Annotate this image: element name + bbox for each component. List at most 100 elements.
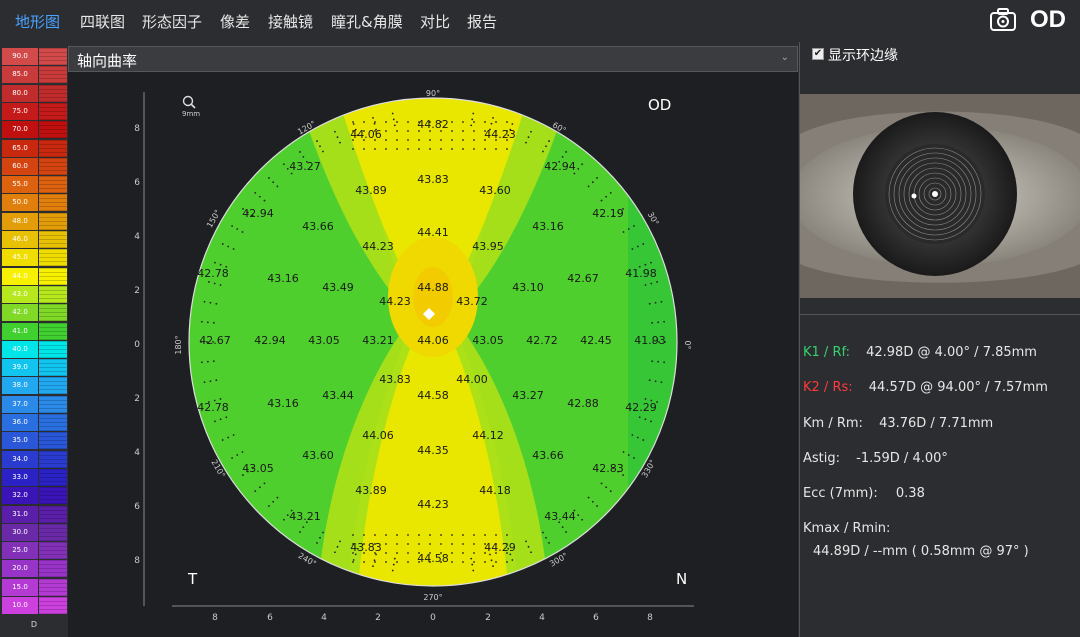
tab-aberration[interactable]: 像差: [220, 11, 250, 32]
edge-dot: [282, 518, 285, 521]
edge-dot: [472, 112, 475, 115]
curvature-value: 42.94: [254, 334, 286, 347]
x-tick-label: 6: [267, 613, 273, 623]
edge-dot: [263, 482, 266, 485]
ecc-label: Ecc (7mm):: [803, 486, 878, 501]
edge-dot: [203, 381, 206, 384]
edge-dot: [545, 536, 547, 539]
zoom-icon[interactable]: [182, 95, 196, 109]
edge-dot: [654, 380, 657, 383]
edge-dot: [385, 534, 387, 536]
edge-dot: [258, 486, 261, 489]
edge-dot: [492, 565, 494, 567]
curvature-value: 42.78: [197, 267, 229, 280]
x-tick-label: 8: [647, 613, 653, 623]
edge-dot: [644, 284, 647, 286]
edge-dot: [642, 243, 645, 245]
edge-dot: [451, 148, 453, 150]
edge-dot: [241, 451, 244, 453]
curvature-value: 44.23: [484, 128, 516, 141]
edge-dot: [451, 534, 453, 536]
curvature-value: 43.44: [544, 510, 576, 523]
tab-report[interactable]: 报告: [467, 11, 497, 32]
scale-swatch: 85.0: [2, 66, 38, 84]
scale-swatch: 35.0: [2, 432, 38, 450]
edge-dot: [316, 542, 318, 544]
edge-dot: [385, 543, 387, 545]
edge-dot: [429, 543, 431, 545]
edge-dot: [363, 534, 365, 536]
edge-dot: [472, 569, 475, 572]
edge-dot: [542, 531, 544, 534]
y-tick-label: 8: [134, 124, 140, 134]
curvature-value: 44.06: [350, 128, 382, 141]
scale-swatch: 37.0: [2, 395, 38, 413]
edge-dot: [282, 163, 285, 166]
edge-dot: [352, 148, 354, 150]
edge-dot: [484, 534, 486, 536]
ecc-value: 0.38: [895, 486, 925, 501]
edge-dot: [254, 191, 257, 194]
edge-dot: [511, 559, 514, 561]
edge-dot: [418, 543, 420, 545]
scale-swatch-detail: [39, 377, 67, 395]
scale-swatch: 46.0: [2, 231, 38, 248]
curvature-value: 44.29: [484, 541, 516, 554]
edge-dot: [352, 559, 355, 561]
show-ring-edge-label[interactable]: 显示环边缘: [828, 45, 898, 65]
tab-pupil-cornea[interactable]: 瞳孔&角膜: [331, 11, 403, 32]
edge-dot: [385, 552, 387, 554]
edge-dot: [319, 145, 321, 148]
temporal-label: T: [187, 570, 198, 588]
edge-dot: [484, 121, 486, 123]
edge-dot: [462, 552, 464, 554]
km-value: 43.76D / 7.71mm: [879, 416, 994, 431]
edge-dot: [385, 148, 387, 150]
curvature-value: 44.58: [417, 552, 449, 565]
edge-dot: [548, 542, 550, 544]
topography-map[interactable]: 864202468 864202468 90° 270° 180° 0° 120…: [68, 72, 798, 637]
camera-icon[interactable]: [990, 8, 1016, 32]
edge-dot: [363, 121, 365, 123]
tab-topography[interactable]: 地形图: [15, 11, 60, 32]
edge-dot: [440, 139, 442, 141]
edge-dot: [605, 195, 608, 198]
tab-shape-factor[interactable]: 形态因子: [142, 11, 202, 32]
astig-value: -1.59D / 4.00°: [856, 451, 948, 466]
topography-map-panel[interactable]: 864202468 864202468 90° 270° 180° 0° 120…: [68, 72, 798, 637]
edge-dot: [462, 534, 464, 536]
edge-dot: [644, 263, 647, 266]
curvature-value: 42.67: [567, 272, 599, 285]
edge-dot: [214, 420, 216, 423]
show-ring-edge-checkbox[interactable]: ✔: [812, 48, 824, 60]
edge-dot: [462, 121, 464, 123]
edge-dot: [316, 140, 318, 142]
edge-dot: [492, 117, 494, 119]
tab-compare[interactable]: 对比: [420, 11, 450, 32]
curvature-value: 44.35: [417, 444, 449, 457]
deg-30-label: 30°: [646, 210, 661, 227]
tab-contact-lens[interactable]: 接触镜: [268, 11, 313, 32]
edge-dot: [484, 148, 486, 150]
curvature-value: 43.83: [379, 373, 411, 386]
edge-dot: [407, 552, 409, 554]
edge-dot: [660, 381, 663, 384]
edge-dot: [418, 139, 420, 141]
edge-dot: [451, 543, 453, 545]
scale-swatch: 10.0: [2, 597, 38, 614]
scale-swatch: 65.0: [2, 139, 38, 157]
map-type-dropdown[interactable]: 轴向曲率 ⌄: [68, 46, 798, 72]
edge-dot: [352, 534, 354, 536]
tab-quad-map[interactable]: 四联图: [80, 11, 125, 32]
edge-dot: [206, 360, 209, 363]
k2-value: 44.57D @ 94.00° / 7.57mm: [868, 380, 1048, 395]
top-navigation: 地形图 四联图 形态因子 像差 接触镜 瞳孔&角膜 对比 报告 OD: [0, 0, 1080, 42]
edge-dot: [276, 185, 279, 188]
edge-dot: [407, 139, 409, 141]
edge-dot: [219, 263, 222, 266]
edge-dot: [231, 457, 233, 459]
edge-dot: [396, 534, 398, 536]
scale-swatch: 36.0: [2, 414, 38, 431]
edge-dot: [473, 148, 475, 150]
edge-dot: [651, 360, 654, 363]
